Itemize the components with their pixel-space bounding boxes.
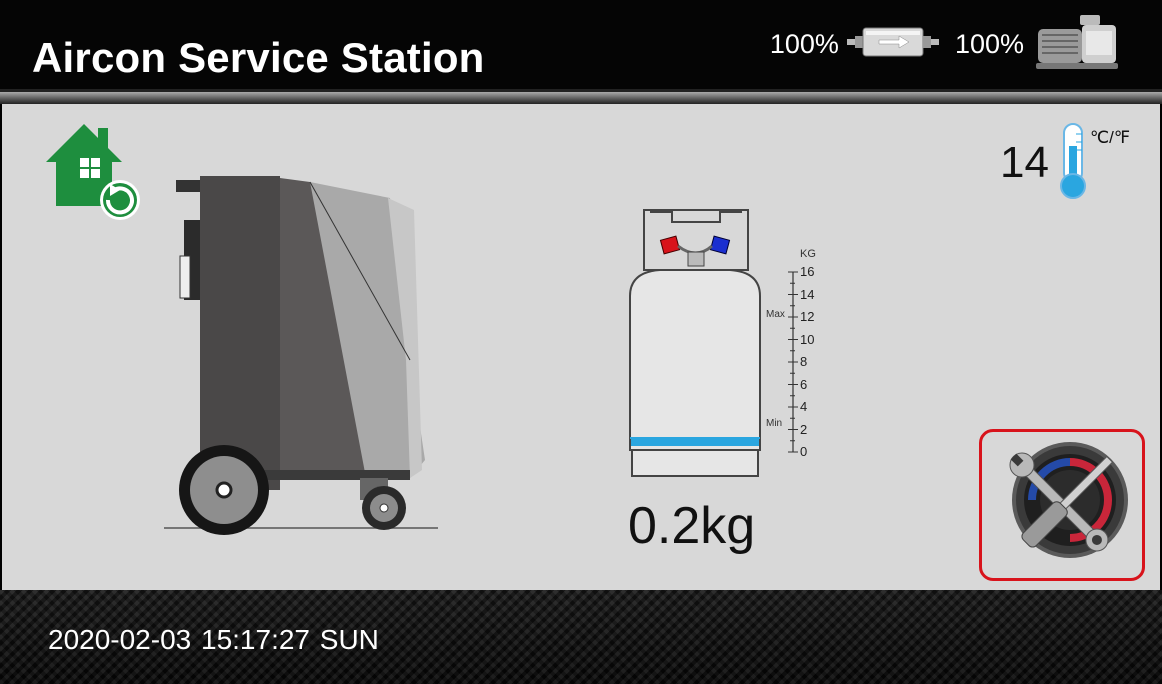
scale-tick-label: 2 (800, 421, 808, 437)
footer-bar: 2020-02-03 15:17:27 SUN (0, 590, 1162, 684)
service-tools-icon (988, 436, 1138, 576)
scale-tick-label: 0 (800, 444, 808, 459)
header-separator (0, 92, 1162, 104)
scale-tick-label: 14 (800, 286, 815, 302)
scale-tick-label: 16 (800, 264, 815, 279)
service-tools-button[interactable] (979, 429, 1145, 581)
scale-tick-label: 10 (800, 331, 815, 347)
header-bar: Aircon Service Station 100% 100% (0, 0, 1162, 92)
scale-tick-label: 8 (800, 354, 808, 369)
scale-max-label: Max (766, 309, 785, 320)
thermometer-icon (1056, 122, 1092, 200)
scale-tick-label: 4 (800, 399, 808, 414)
page-title: Aircon Service Station (32, 34, 485, 81)
scale-tick-label: 12 (800, 309, 815, 324)
tank-weight-readout: 0.2kg (628, 497, 756, 555)
filter-icon (846, 25, 947, 64)
vacuum-pump-icon (1032, 13, 1120, 76)
temperature-unit-toggle[interactable]: ℃/℉ (1090, 128, 1130, 148)
home-refresh-icon[interactable] (42, 120, 142, 220)
pump-percent: 100% (954, 28, 1024, 59)
status-indicators: 100% 100% (770, 14, 1120, 74)
temperature-value: 14 (1000, 138, 1049, 187)
service-machine-image (160, 160, 440, 535)
scale-unit-label: KG (800, 248, 816, 260)
filter-percent: 100% (769, 28, 839, 59)
scale-min-label: Min (766, 418, 783, 429)
datetime-display: 2020-02-03 15:17:27 SUN (48, 624, 379, 655)
tank-liquid-level (631, 438, 759, 446)
tank-scale: KG Max Min 16 14 12 10 8 6 4 2 0 (760, 248, 820, 460)
scale-tick-label: 6 (800, 376, 808, 392)
